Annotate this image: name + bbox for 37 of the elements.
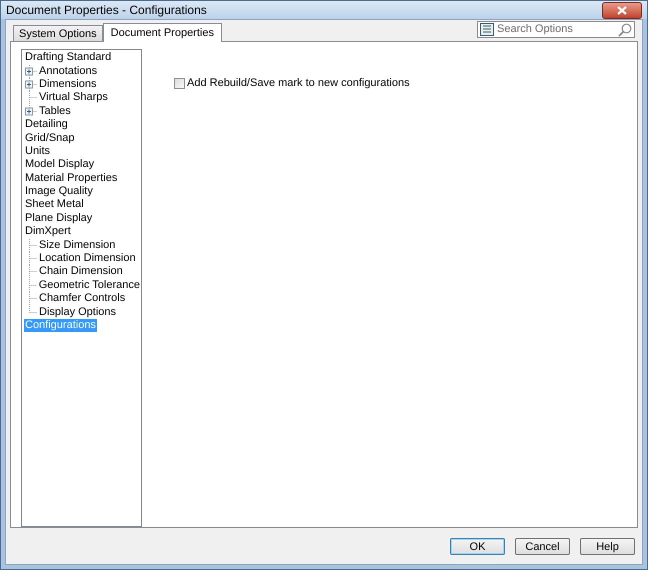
tree-item[interactable]: Chamfer Controls [38,292,126,306]
tree-item[interactable]: Grid/Snap [24,132,76,145]
tab[interactable]: Document Properties [102,23,222,42]
window-title: Document Properties - Configurations [6,2,207,19]
expand-icon[interactable] [24,78,38,91]
tab[interactable]: System Options [13,25,103,41]
tree-item[interactable]: Tables [38,104,72,118]
tree-item[interactable]: Annotations [38,64,98,78]
tree-item[interactable]: Image Quality [24,185,94,198]
tree-item[interactable]: Material Properties [24,172,118,185]
list-icon [480,23,494,36]
close-button[interactable] [602,2,642,18]
dialog-button[interactable]: Cancel [515,538,570,554]
dialog-button[interactable]: Help [580,538,635,554]
tree-item[interactable]: Size Dimension [38,238,116,252]
tree-item[interactable]: Chain Dimension [38,265,124,278]
tree-item[interactable]: Virtual Sharps [38,91,109,104]
expand-icon[interactable] [24,64,38,78]
checkbox-label: Add Rebuild/Save mark to new configurations [187,76,410,91]
checkbox[interactable] [174,78,185,89]
tree-item[interactable]: DimXpert [24,225,72,238]
tree-item[interactable]: Model Display [24,158,96,172]
search-field[interactable]: Search Options [477,21,635,38]
tree-item[interactable]: Plane Display [24,212,94,225]
tree-item[interactable]: Sheet Metal [24,198,85,212]
close-icon [617,6,627,14]
tree-item[interactable]: Drafting Standard [24,51,112,64]
dialog-button[interactable]: OK [450,538,505,554]
search-icon [618,22,632,36]
tree-item[interactable]: Display Options [38,306,118,319]
search-field[interactable]: Search Options [497,21,615,38]
expand-icon[interactable] [24,104,38,118]
tree-item[interactable]: Geometric Tolerance [38,278,141,292]
tree-item[interactable]: Detailing [24,118,69,132]
tree-item[interactable]: Location Dimension [38,252,137,266]
tree-item[interactable]: Units [24,144,52,158]
tree-item[interactable]: Dimensions [38,78,98,91]
